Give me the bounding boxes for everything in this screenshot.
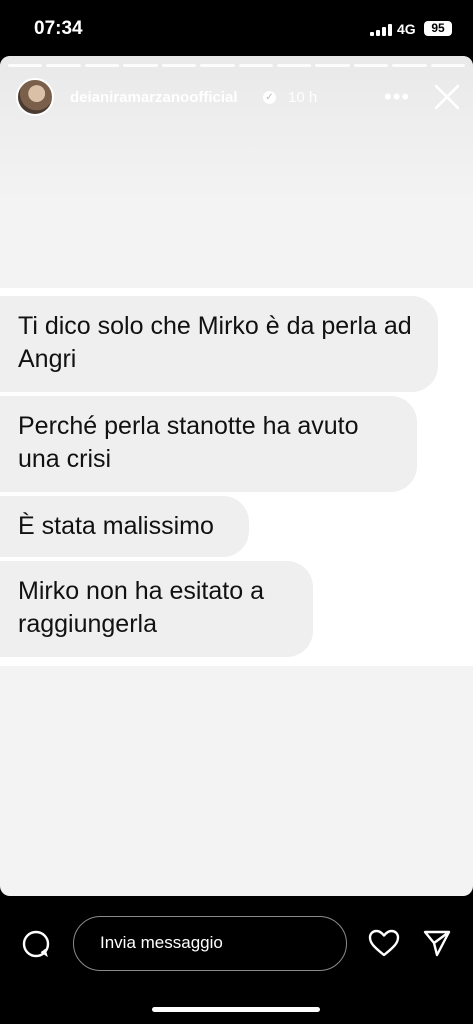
message-bubble: Ti dico solo che Mirko è da perla ad Ang…	[0, 296, 438, 392]
progress-segment	[8, 64, 43, 67]
network-type: 4G	[397, 21, 416, 37]
progress-segment	[392, 64, 427, 67]
message-bubble: È stata malissimo	[0, 496, 249, 557]
camera-icon[interactable]	[21, 929, 51, 959]
progress-segment	[238, 64, 273, 67]
progress-segment	[200, 64, 235, 67]
progress-segment	[276, 64, 312, 67]
send-message-input[interactable]: Invia messaggio	[73, 916, 347, 971]
progress-segment	[315, 64, 350, 67]
message-bubble: Perché perla stanotte ha avuto una crisi	[0, 396, 417, 492]
signal-icon	[370, 24, 392, 36]
send-icon[interactable]	[422, 928, 452, 958]
progress-segment	[430, 64, 466, 67]
story-progress-bar	[8, 64, 466, 67]
battery-indicator: 95	[424, 21, 452, 36]
progress-segment	[161, 64, 197, 67]
clock: 07:34	[34, 18, 83, 39]
avatar[interactable]	[16, 78, 54, 116]
reply-bar: Invia messaggio	[0, 896, 473, 1024]
more-options-icon[interactable]: •••	[384, 84, 410, 110]
story-username[interactable]: deianiramarzanoofficial	[70, 89, 238, 106]
heart-icon[interactable]	[368, 928, 400, 958]
story-viewer[interactable]: deianiramarzanoofficial ✓ 10 h ••• Ti di…	[0, 56, 473, 896]
progress-segment	[123, 64, 158, 67]
verified-badge-icon: ✓	[263, 91, 276, 104]
close-icon[interactable]	[432, 82, 462, 112]
status-bar: 07:34 4G 95	[0, 0, 473, 56]
progress-segment	[46, 64, 81, 67]
home-indicator	[152, 1007, 320, 1012]
progress-segment	[84, 64, 120, 67]
message-screenshot: Ti dico solo che Mirko è da perla ad Ang…	[0, 288, 473, 666]
progress-segment	[353, 64, 389, 67]
story-timestamp: 10 h	[288, 89, 318, 106]
message-bubble: Mirko non ha esitato a raggiungerla	[0, 561, 313, 657]
